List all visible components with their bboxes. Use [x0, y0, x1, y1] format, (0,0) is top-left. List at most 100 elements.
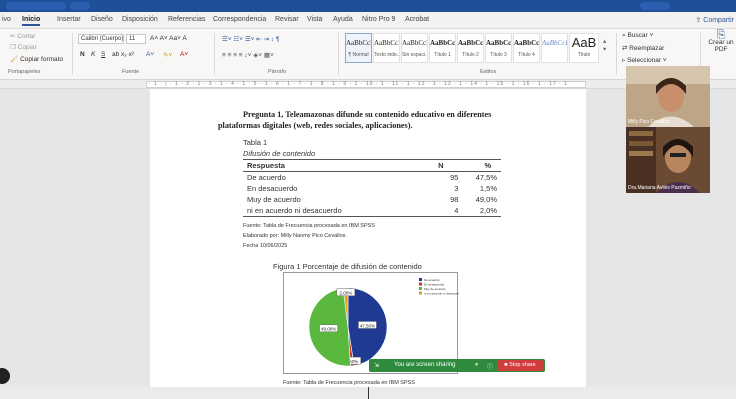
- table-header-row: Respuesta N %: [243, 159, 501, 172]
- text-effects-button[interactable]: A˅: [146, 51, 154, 58]
- font-name-select[interactable]: Calibri (Cuerpo): [78, 34, 124, 44]
- ruler-band[interactable]: · 1 · | · 1 · 2 · 1 · 3 · 1 · 4 · 1 · 5 …: [146, 81, 586, 88]
- group-separator: [214, 33, 215, 75]
- screen-share-bar: ⇲ You are screen sharing ⏸ ⓘ ■ Stop shar…: [369, 359, 545, 372]
- tab-revisar[interactable]: Revisar: [275, 16, 299, 23]
- pie-data-label: 47,50%: [360, 323, 375, 328]
- cell-respuesta: En desacuerdo: [247, 184, 298, 193]
- table-row: ni en acuerdo ni desacuerdo 4 2,0%: [243, 205, 501, 217]
- table-author-note: Elaborado por: Milly Naomy Pico Cevallos…: [243, 233, 347, 239]
- style-texto-independiente[interactable]: AaBbCcI Texto inde...: [373, 33, 400, 63]
- header-n: N: [364, 159, 463, 172]
- group-separator: [338, 33, 339, 75]
- share-button[interactable]: ⇪ Compartir: [695, 16, 734, 24]
- tab-nitro[interactable]: Nitro Pro 9: [362, 16, 395, 23]
- cell-percent: 49,0%: [475, 195, 497, 204]
- question-heading-continued: plataformas digitales (web, redes social…: [218, 121, 413, 130]
- ruler-ticks: · 1 · | · 1 · 2 · 1 · 3 · 1 · 4 · 1 · 5 …: [149, 81, 568, 87]
- tab-ayuda[interactable]: Ayuda: [333, 16, 353, 23]
- cell-n: 3: [454, 184, 459, 193]
- font-size-select[interactable]: 11: [126, 34, 146, 44]
- pdf-icon: ⎘: [716, 29, 726, 41]
- header-respuesta: Respuesta: [243, 159, 365, 172]
- style-titulo-1[interactable]: AaBbCcITítulo 1: [429, 33, 456, 63]
- style-titulo-4[interactable]: AaBbCcITítulo 4: [513, 33, 540, 63]
- style-subtle[interactable]: AaBbCcDd: [541, 33, 568, 63]
- replace-button[interactable]: ⇄ Reemplazar: [622, 44, 664, 52]
- pause-share-icon[interactable]: ⏸: [475, 362, 478, 369]
- title-bar: [0, 0, 736, 12]
- pie-data-label: 49,00%: [321, 327, 336, 332]
- highlight-button[interactable]: ✎˅: [163, 51, 172, 59]
- table-date-note: Fecha 10/06/2025: [243, 243, 288, 249]
- find-button[interactable]: ⌕ Buscar ˅: [622, 32, 653, 40]
- tab-acrobat[interactable]: Acrobat: [405, 16, 429, 23]
- cell-percent: 1,5%: [479, 184, 497, 193]
- strike-sub-sup-buttons[interactable]: ab x₂ x²: [112, 51, 134, 58]
- figure-title: Figura 1 Porcentaje de difusión de conte…: [273, 262, 422, 271]
- style-titulo-3[interactable]: AaBbCcITítulo 3: [485, 33, 512, 63]
- participant-photo-1: [626, 66, 710, 127]
- cell-respuesta: Muy de acuerdo: [247, 195, 301, 204]
- participant-photo-2: [626, 127, 710, 193]
- legend-swatch: [419, 278, 422, 281]
- tab-referencias[interactable]: Referencias: [168, 16, 205, 23]
- title-bar-right[interactable]: [640, 2, 670, 10]
- cell-n: 95: [450, 173, 459, 182]
- italic-button[interactable]: K: [91, 51, 95, 58]
- participant-video-2[interactable]: Dra.Mariana Avilés Pazmiño: [626, 127, 710, 193]
- table-row: Muy de acuerdo 98 49,0%: [243, 194, 501, 205]
- screen-share-status: You are screen sharing: [394, 362, 456, 368]
- share-info-icon[interactable]: ⓘ: [487, 362, 493, 371]
- tab-insertar[interactable]: Insertar: [57, 16, 81, 23]
- cell-percent: 2,0%: [462, 205, 501, 217]
- list-buttons[interactable]: ☰˅ ☷˅ ☰˅ ⇤ ⇥ ↕ ¶: [222, 35, 279, 43]
- style-sin-espaciado[interactable]: AaBbCcDdSin espaci...: [401, 33, 428, 63]
- copy-button[interactable]: ❐ Copiar: [10, 43, 37, 51]
- style-titulo[interactable]: AaB Título: [569, 33, 599, 63]
- legend-label: En desacuerdo: [424, 282, 445, 286]
- cell-respuesta: ni en acuerdo ni desacuerdo: [243, 205, 365, 217]
- tab-correspondencia[interactable]: Correspondencia: [213, 16, 266, 23]
- style-normal[interactable]: AaBbCcDd¶ Normal: [345, 33, 372, 63]
- stop-share-button[interactable]: ■ Stop share: [497, 360, 543, 371]
- pie-data-label: 2,00%: [339, 291, 352, 296]
- select-button[interactable]: ▹ Seleccionar ˅: [622, 56, 667, 64]
- brush-icon: 🖌: [10, 56, 19, 63]
- tab-archivo[interactable]: ivo: [2, 16, 11, 23]
- group-separator: [616, 33, 617, 75]
- title-bar-button[interactable]: [70, 2, 90, 10]
- copy-icon: ❐: [10, 44, 18, 51]
- bold-button[interactable]: N: [80, 51, 85, 58]
- create-pdf-button[interactable]: ⎘ Crear un PDF: [707, 29, 735, 54]
- paragraph-group-label: Párrafo: [268, 69, 287, 75]
- tab-vista[interactable]: Vista: [307, 16, 322, 23]
- font-color-button[interactable]: A˅: [180, 51, 188, 58]
- cell-percent: 47,5%: [475, 173, 497, 182]
- table-number: Tabla 1: [243, 138, 268, 147]
- figure-source-note: Fuente: Tabla de Frecuencia procesada en…: [283, 380, 415, 386]
- style-titulo-2[interactable]: AaBbCcITítulo 2: [457, 33, 484, 63]
- format-painter-button[interactable]: 🖌 Copiar formato: [10, 55, 63, 63]
- styles-scroll-arrows[interactable]: ▴ ▾: [603, 37, 606, 53]
- participant-name-1: Milly Pico Cevallos: [628, 119, 670, 125]
- legend-label: ni en acuerdo ni desacuerdo: [424, 291, 459, 295]
- tab-inicio[interactable]: Inicio: [22, 16, 41, 26]
- legend-swatch: [419, 287, 422, 290]
- underline-button[interactable]: S: [101, 51, 105, 58]
- table-caption: Difusión de contenido: [243, 149, 316, 158]
- document-page[interactable]: Pregunta 1, Teleamazonas difunde su cont…: [150, 89, 586, 399]
- tab-disposicion[interactable]: Disposición: [122, 16, 158, 23]
- align-buttons[interactable]: ≡ ≡ ≡ ≡ ↕˅ ◈˅ ▦˅: [222, 51, 274, 59]
- share-handle-icon[interactable]: ⇲: [374, 362, 379, 369]
- tab-diseno[interactable]: Diseño: [91, 16, 113, 23]
- font-grow-shrink[interactable]: A˄ A˅ Aa˅ A: [150, 35, 187, 42]
- legend-swatch: [419, 291, 422, 295]
- ribbon-tabs: ivo Inicio Insertar Diseño Disposición R…: [0, 12, 736, 29]
- cut-button[interactable]: ✂ Cortar: [10, 32, 35, 40]
- text-cursor: [368, 387, 369, 399]
- participant-video-1[interactable]: Milly Pico Cevallos: [626, 66, 710, 127]
- header-percent: %: [462, 159, 501, 172]
- styles-group-label: Estilos: [480, 69, 497, 75]
- font-group-label: Fuente: [122, 69, 140, 75]
